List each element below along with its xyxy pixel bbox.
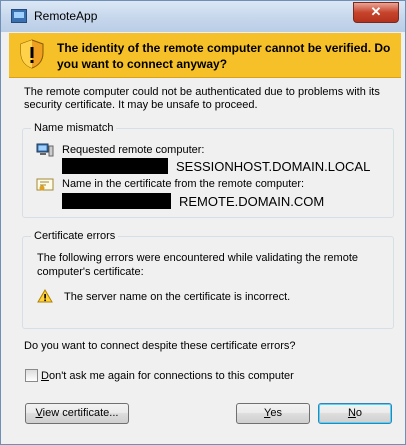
no-button[interactable]: No [318,403,392,424]
redaction-bar [62,193,171,209]
warning-icon [37,289,53,303]
remoteapp-dialog: RemoteApp ✕ The identity of the remote c… [0,0,406,445]
yes-button[interactable]: Yes [236,403,310,424]
name-mismatch-group: Name mismatch Requested remote computer:… [22,122,394,218]
shield-warning-icon [20,39,44,69]
certificate-name-label: Name in the certificate from the remote … [62,178,305,190]
title-bar[interactable]: RemoteApp ✕ [1,1,405,32]
requested-computer-label: Requested remote computer: [62,144,205,156]
certificate-errors-group: Certificate errors The following errors … [22,230,394,329]
name-mismatch-legend: Name mismatch [31,122,117,134]
banner-message: The identity of the remote computer cann… [57,41,391,71]
connect-question: Do you want to connect despite these cer… [24,340,296,352]
redaction-bar [62,158,168,174]
dont-ask-checkbox[interactable] [25,369,38,382]
remoteapp-icon [11,9,27,23]
dont-ask-label[interactable]: Don't ask me again for connections to th… [41,370,294,382]
certificate-icon [36,178,54,191]
certificate-errors-legend: Certificate errors [31,230,119,242]
errors-intro-text: The following errors were encountered wh… [37,252,359,278]
certificate-error-message: The server name on the certificate is in… [64,291,291,303]
certificate-name-value: REMOTE.DOMAIN.COM [179,194,325,209]
intro-text: The remote computer could not be authent… [24,86,380,111]
warning-banner: The identity of the remote computer cann… [9,33,401,78]
close-button[interactable]: ✕ [353,2,399,23]
computer-icon [36,143,54,157]
requested-computer-value: SESSIONHOST.DOMAIN.LOCAL [176,159,371,174]
view-certificate-button[interactable]: View certificate... [25,403,129,424]
window-title: RemoteApp [34,9,98,23]
